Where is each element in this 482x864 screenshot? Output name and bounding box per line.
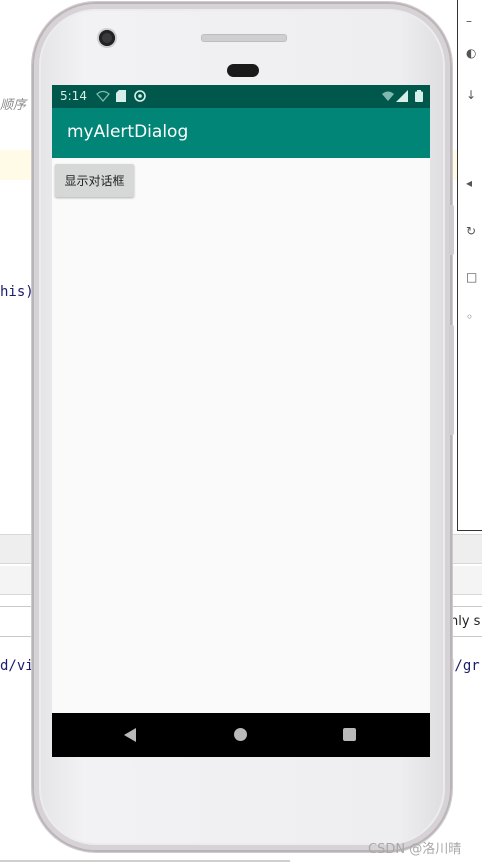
status-bar: 5:14 [52, 85, 430, 108]
arrow-icon[interactable]: ↓ [466, 89, 476, 101]
volume-button[interactable] [449, 205, 454, 255]
circle-icon[interactable]: ◐ [466, 47, 476, 59]
wifi-icon [382, 91, 394, 101]
watermark: CSDN @洛川晴 [368, 842, 462, 857]
ide-side-panel: – ◐ ↓ ◂ ↻ □ ◦ [457, 0, 482, 531]
status-time: 5:14 [60, 89, 87, 103]
speaker-grille [201, 34, 287, 42]
recent-apps-icon[interactable] [343, 728, 356, 741]
app-title: myAlertDialog [67, 122, 189, 142]
dot-icon[interactable]: ◦ [466, 311, 476, 323]
ide-right-text: nly s [450, 614, 481, 629]
ide-code-fragment-this: his) [0, 284, 34, 300]
battery-icon [415, 90, 423, 102]
show-dialog-button[interactable]: 显示对话框 [55, 164, 134, 197]
front-camera-icon [99, 30, 115, 46]
earpiece [227, 64, 259, 77]
navigation-bar [52, 713, 430, 757]
app-bar: myAlertDialog [52, 108, 430, 158]
minus-icon[interactable]: – [466, 15, 476, 27]
square-icon[interactable]: □ [466, 271, 477, 283]
signal-icon [396, 90, 408, 102]
sd-card-icon [116, 90, 126, 102]
home-icon[interactable] [234, 728, 247, 741]
power-button[interactable] [449, 325, 454, 435]
back-icon[interactable] [124, 728, 136, 742]
sync-icon [134, 90, 146, 102]
device-screen: 5:14 myAlertDialog 显示对话框 [52, 85, 430, 757]
ide-comment-fragment: 顺序 [0, 98, 27, 113]
ide-code-fragment-left: d/vi [0, 658, 34, 674]
rotate-icon[interactable]: ↻ [466, 225, 476, 237]
wifi-off-icon [96, 90, 110, 102]
ide-scroll-line [0, 860, 290, 862]
main-content: 显示对话框 [52, 158, 430, 713]
back-icon[interactable]: ◂ [466, 177, 476, 189]
